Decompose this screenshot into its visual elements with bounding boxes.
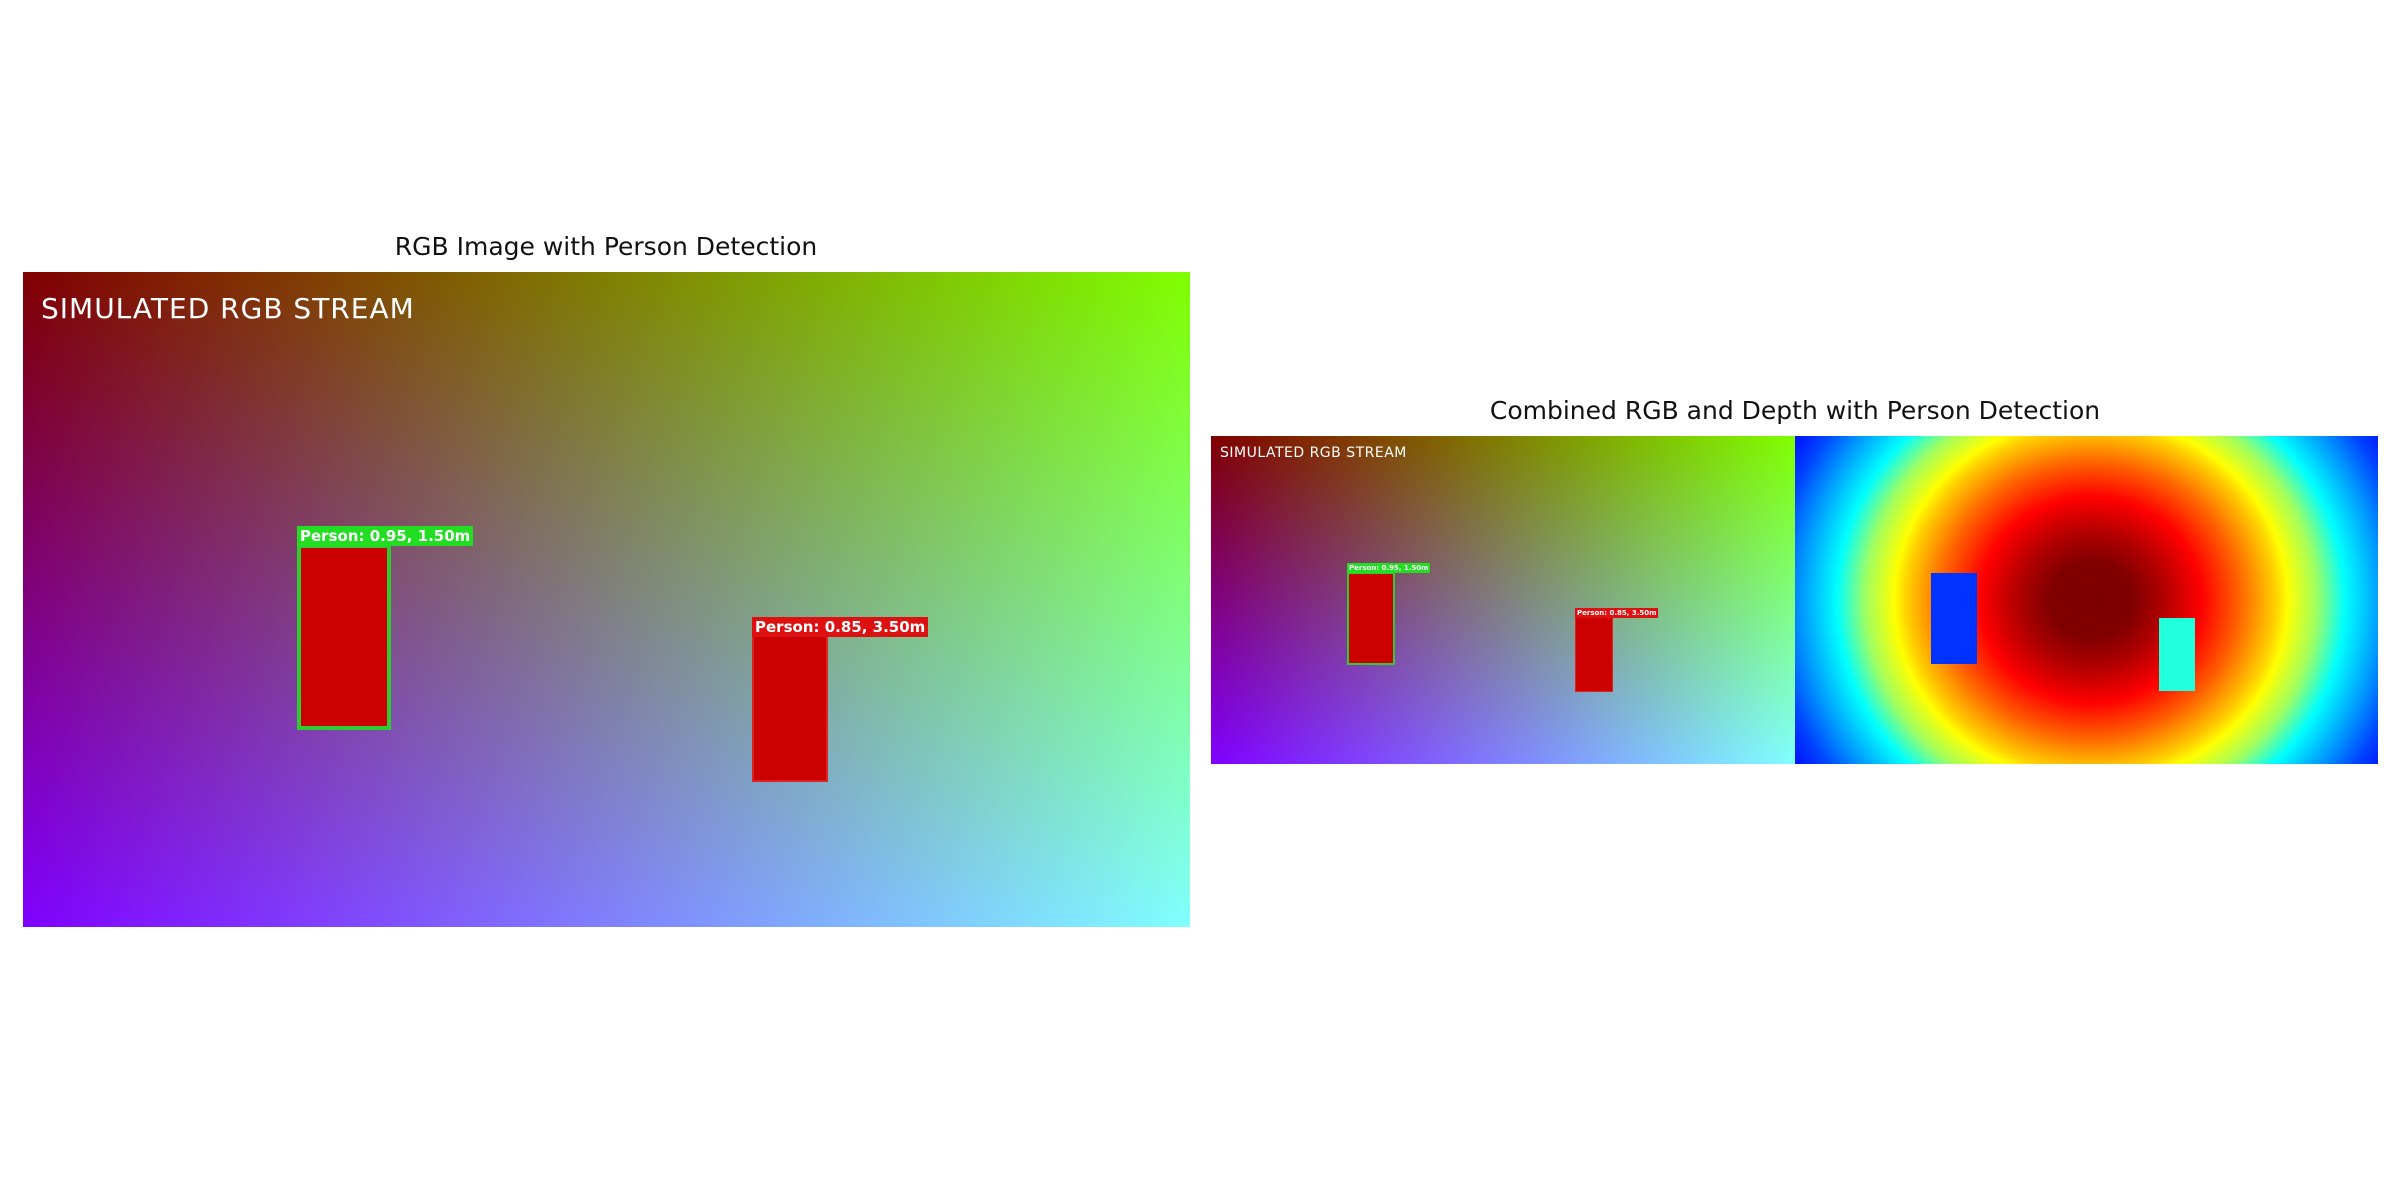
combined-detection-label-1: Person: 0.95, 1.50m bbox=[1347, 563, 1431, 573]
combined-stream-label: SIMULATED RGB STREAM bbox=[1220, 445, 1407, 461]
rgb-image-view: SIMULATED RGB STREAM Person: 0.95, 1.50m… bbox=[23, 272, 1190, 927]
rgb-panel-title: RGB Image with Person Detection bbox=[394, 232, 818, 261]
depth-person-block-2 bbox=[2159, 618, 2195, 691]
depth-map-view bbox=[1795, 436, 2378, 764]
person-box-2 bbox=[752, 633, 828, 782]
stream-label: SIMULATED RGB STREAM bbox=[41, 292, 415, 325]
person-box-1 bbox=[297, 544, 391, 730]
depth-person-block-1 bbox=[1931, 573, 1977, 664]
combined-person-box-1 bbox=[1347, 572, 1395, 665]
combined-person-box-2 bbox=[1575, 616, 1613, 692]
combined-detection-label-2: Person: 0.85, 3.50m bbox=[1575, 608, 1659, 618]
detection-label-1: Person: 0.95, 1.50m bbox=[297, 526, 474, 546]
combined-rgb-view: SIMULATED RGB STREAM Person: 0.95, 1.50m… bbox=[1211, 436, 1795, 764]
combined-rgb-gradient-overlay bbox=[1211, 436, 1795, 764]
combined-panel-title: Combined RGB and Depth with Person Detec… bbox=[1489, 396, 2101, 425]
detection-label-2: Person: 0.85, 3.50m bbox=[752, 617, 929, 637]
rgb-gradient-overlay bbox=[23, 272, 1190, 927]
